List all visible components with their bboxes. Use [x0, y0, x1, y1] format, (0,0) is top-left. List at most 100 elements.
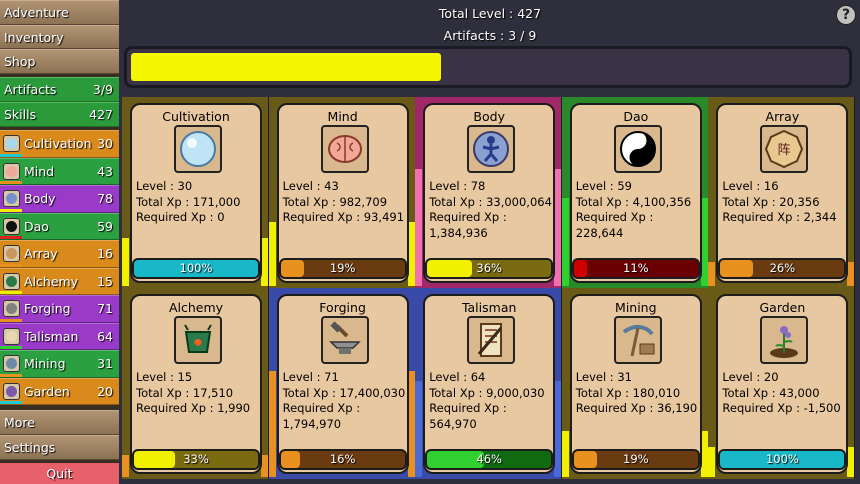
skill-total-xp: Total Xp : 171,000 — [136, 194, 241, 209]
skill-level: Level : 30 — [136, 179, 193, 193]
quit-button[interactable]: Quit — [0, 463, 119, 484]
sidebar-value: 71 — [97, 301, 113, 317]
skill-progress-bar: 46% — [425, 449, 554, 470]
plant-icon — [760, 316, 809, 364]
sidebar-skill-underline — [0, 153, 22, 157]
sidebar-skill-talisman[interactable]: Talisman 64 — [0, 322, 119, 351]
level-edge-bar — [261, 454, 268, 477]
skill-required-xp: Required Xp : 0 — [136, 210, 225, 224]
sidebar-label: Dao — [24, 218, 49, 234]
skill-card-cultivation[interactable]: Cultivation Level : 30 Total Xp : 171,000 R… — [130, 103, 262, 283]
sidebar-skill-array[interactable]: Array 16 — [0, 240, 119, 268]
skill-required-xp: Required Xp : — [282, 401, 361, 415]
skill-required-xp-value: 1,794,970 — [282, 416, 342, 431]
skill-title: Dao — [623, 109, 649, 124]
sidebar-value: 15 — [97, 273, 113, 289]
sidebar-skill-dao[interactable]: Dao 59 — [0, 212, 119, 241]
skill-level: Level : 71 — [282, 370, 339, 384]
skill-stats: Level : 31 Total Xp : 180,010 Required Xp … — [576, 370, 700, 417]
sidebar-settings[interactable]: Settings — [0, 435, 119, 460]
level-edge-bar — [700, 430, 708, 477]
sidebar-skill-underline — [0, 401, 22, 405]
skill-progress-bar: 19% — [571, 449, 700, 470]
skill-progress-percent: 19% — [623, 452, 649, 466]
sidebar-skill-garden[interactable]: Garden 20 — [0, 377, 119, 406]
sidebar-label: Cultivation — [24, 136, 92, 152]
skill-required-xp-value: 1,384,936 — [429, 225, 488, 240]
skill-card-mind[interactable]: Mind Level : 43 Total Xp : 982,709 Required… — [276, 103, 409, 283]
sidebar-value: 3/9 — [92, 82, 113, 98]
cauldron-icon — [174, 316, 222, 364]
skill-progress-percent: 46% — [476, 452, 502, 466]
skill-required-xp: Required Xp : 228,644 — [575, 210, 654, 240]
skill-card-dao[interactable]: Dao Level : 59 Total Xp : 4,100,356 Require… — [569, 103, 702, 283]
sidebar-value: 31 — [97, 356, 113, 372]
skill-total-xp: Total Xp : 17,400,030 — [282, 385, 406, 400]
skill-required-xp: Required Xp : 2,344 — [722, 210, 837, 224]
level-edge-bar — [268, 221, 276, 286]
skill-card-forging[interactable]: Forging Level : 71 Total Xp : 17,400,030 Re… — [276, 294, 409, 474]
sidebar-skill-forging[interactable]: Forging 71 — [0, 295, 119, 323]
skill-title: Body — [473, 109, 505, 124]
skill-card-alchemy[interactable]: Alchemy Level : 15 Total Xp : 17,510 Requir… — [130, 294, 262, 474]
skill-stats: Level : 43 Total Xp : 982,709 Required Xp … — [283, 179, 407, 226]
sidebar-skill-mining[interactable]: Mining 31 — [0, 350, 119, 378]
level-edge-bar — [708, 262, 716, 286]
sidebar-shop[interactable]: Shop — [0, 49, 119, 75]
total-level-text: Total Level : 427 — [438, 6, 542, 21]
sidebar-more[interactable]: More — [0, 410, 119, 435]
skill-total-xp: Total Xp : 180,010 — [575, 385, 681, 400]
skill-title: Forging — [319, 300, 366, 315]
sidebar-adventure[interactable]: Adventure — [0, 0, 119, 25]
skill-stats: Level : 71 Total Xp : 17,400,030 Required … — [283, 370, 407, 432]
total-progress-bar — [124, 46, 852, 88]
brain-icon — [320, 125, 369, 173]
skill-required-xp: Required Xp : 564,970 — [429, 401, 507, 431]
skill-required-xp: Required Xp : 1,990 — [136, 401, 251, 415]
level-edge-bar — [561, 430, 569, 477]
skill-total-xp: Total Xp : 4,100,356 — [575, 194, 692, 209]
skill-stats: Level : 64 Total Xp : 9,000,030 Required X… — [429, 370, 553, 432]
level-edge-bar — [554, 381, 562, 477]
skill-title: Garden — [759, 300, 806, 315]
skills-grid: Cultivation Level : 30 Total Xp : 171,000 R… — [122, 97, 855, 479]
sidebar-value: 30 — [97, 136, 113, 152]
sidebar-label: Array — [24, 246, 58, 262]
sidebar-label: Shop — [4, 54, 36, 70]
plant-icon — [3, 382, 20, 400]
skill-card-array[interactable]: Array 阵 Level : 16 Total Xp : 20,356 Require… — [716, 103, 849, 283]
pickaxe-icon — [3, 355, 20, 373]
sidebar-skill-underline — [0, 291, 22, 295]
skill-title: Alchemy — [168, 300, 224, 315]
skill-total-xp: Total Xp : 20,356 — [722, 194, 820, 209]
level-edge-bar — [708, 447, 716, 477]
sidebar-skill-body[interactable]: Body 78 — [0, 185, 119, 213]
sidebar-label: Adventure — [4, 4, 69, 20]
level-edge-bar — [122, 454, 129, 477]
sidebar-skill-alchemy[interactable]: Alchemy 15 — [0, 267, 119, 296]
sidebar-skill-cultivation[interactable]: Cultivation 30 — [0, 130, 119, 158]
level-edge-bar — [415, 169, 423, 286]
brain-icon — [3, 162, 20, 180]
sidebar-label: Settings — [4, 440, 56, 455]
skill-card-mining[interactable]: Mining Level : 31 Total Xp : 180,010 Requir… — [569, 294, 702, 474]
level-edge-bar — [700, 197, 708, 286]
level-edge-bar — [268, 370, 276, 477]
skill-title: Talisman — [461, 300, 517, 315]
skill-card-body[interactable]: Body Level : 78 Total Xp : 33,000,064 Requi… — [423, 103, 556, 283]
skill-progress-percent: 11% — [623, 261, 649, 275]
skill-total-xp: Total Xp : 982,709 — [282, 194, 388, 209]
sidebar-skills[interactable]: Skills 427 — [0, 102, 119, 128]
skill-level: Level : 31 — [575, 370, 632, 384]
skill-stats: Level : 15 Total Xp : 17,510 Required Xp :… — [136, 370, 260, 417]
sidebar-skill-mind[interactable]: Mind 43 — [0, 157, 119, 186]
help-button[interactable]: ? — [836, 5, 856, 25]
sidebar-skill-underline — [0, 373, 22, 377]
pickaxe-icon — [613, 316, 662, 364]
skill-card-garden[interactable]: Garden Level : 20 Total Xp : 43,000 Require… — [716, 294, 849, 474]
skill-card-talisman[interactable]: Talisman Level : 64 Total Xp : 9,000,030 Re… — [423, 294, 556, 474]
sidebar-inventory[interactable]: Inventory — [0, 24, 119, 50]
sidebar-artifacts[interactable]: Artifacts 3/9 — [0, 77, 119, 103]
sidebar: Adventure Inventory Shop Artifacts 3/9 Skills… — [0, 0, 119, 484]
sidebar-value: 43 — [97, 163, 113, 179]
